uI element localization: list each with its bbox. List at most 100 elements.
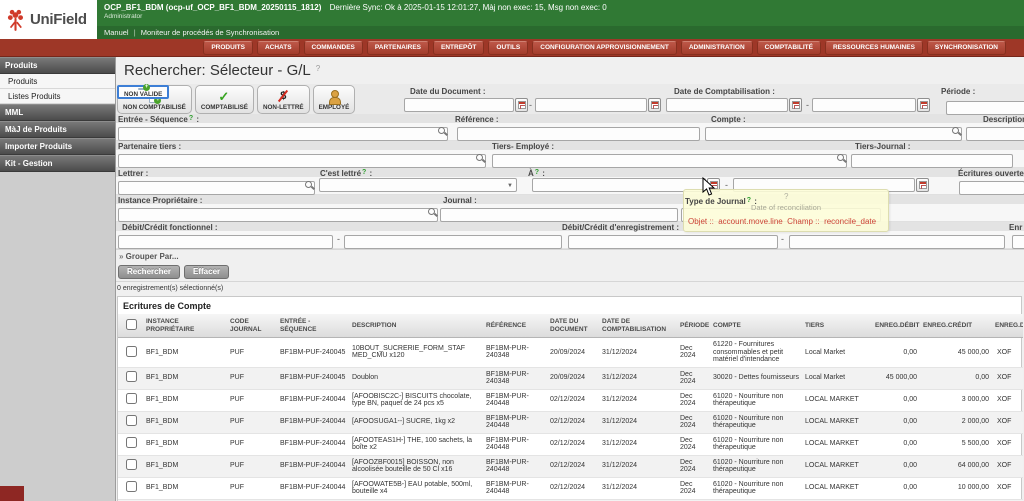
debit-credit-fonctionnel-from-input[interactable]	[118, 235, 333, 249]
cell-compte: 61020 - Nourriture non thérapeutique	[711, 433, 803, 456]
header-links: Manuel | Moniteur de procédés de Synchro…	[97, 26, 1024, 39]
description-input[interactable]	[966, 127, 1024, 141]
ecritures-ouvertes-input[interactable]	[959, 181, 1024, 195]
journal-input[interactable]	[440, 208, 678, 222]
row-checkbox[interactable]	[125, 481, 137, 493]
table-row[interactable]: BF1_BDM PUF BF1BM-PUF-240044 [AFOOSUGA1--] …	[118, 411, 1023, 434]
label-ecritures-ouvertes: Écritures ouvertes	[958, 169, 1024, 178]
calendar-icon-button[interactable]	[515, 98, 528, 112]
cell-select	[118, 411, 144, 434]
periode-field	[946, 98, 1024, 115]
calendar-icon-button[interactable]	[917, 98, 930, 112]
tiers-employe-input[interactable]	[492, 154, 847, 168]
filter-non-valide[interactable]: NON VALIDE	[117, 84, 170, 99]
cell-periode: Dec 2024	[678, 455, 711, 478]
sidebar-item-mml[interactable]: MML	[0, 104, 115, 121]
instance-proprietaire-input[interactable]	[118, 208, 438, 222]
table-row[interactable]: BF1_BDM PUF BF1BM-PUF-240045 10BOUT_SUCRERI…	[118, 337, 1023, 368]
nav-entrepôt[interactable]: ENTREPÔT	[433, 40, 485, 55]
nav-commandes[interactable]: COMMANDES	[303, 40, 363, 55]
sidebar-item-produits[interactable]: Produits	[0, 57, 115, 74]
date-document-from-input[interactable]	[404, 98, 514, 112]
reference-input[interactable]	[457, 127, 700, 141]
entree-sequence-input[interactable]	[118, 127, 448, 141]
filter-employé[interactable]: EMPLOYÉ	[312, 85, 356, 114]
app-logo[interactable]: UniField	[0, 0, 97, 39]
unifield-logo-icon	[7, 9, 23, 31]
table-row[interactable]: BF1_BDM PUF BF1BM-PUF-240045 Doublon BF1BM-P…	[118, 367, 1023, 390]
calendar-icon-button[interactable]	[648, 98, 661, 112]
search-icon[interactable]	[438, 127, 445, 134]
range-dash: -	[806, 100, 809, 110]
cell-select	[118, 477, 144, 500]
enreg-partial-field	[1012, 232, 1024, 249]
search-icon[interactable]	[428, 208, 435, 215]
nav-ressources-humaines[interactable]: RESSOURCES HUMAINES	[824, 40, 923, 55]
nav-achats[interactable]: ACHATS	[256, 40, 300, 55]
table-row[interactable]: BF1_BDM PUF BF1BM-PUF-240044 [AFOOZBF0015] …	[118, 455, 1023, 478]
sidebar-item-listes-produits[interactable]: Listes Produits	[0, 89, 115, 104]
row-checkbox[interactable]	[125, 371, 137, 383]
calendar-icon-button[interactable]	[789, 98, 802, 112]
date-comptabilisation-from-input[interactable]	[666, 98, 788, 112]
calendar-icon-button[interactable]	[916, 178, 929, 192]
cell-date-comptabilisation: 31/12/2024	[600, 337, 678, 368]
table-row[interactable]: BF1_BDM PUF BF1BM-PUF-240044 [AFOOWATE5B-] …	[118, 477, 1023, 500]
label-entree-sequence: Entrée - Séquence? :	[118, 115, 199, 124]
nav-partenaires[interactable]: PARTENAIRES	[366, 40, 429, 55]
partenaire-tiers-field	[118, 151, 486, 168]
debit-credit-enregistrement-from-field	[568, 232, 778, 249]
sidebar-item-importer-produits[interactable]: Importer Produits	[0, 138, 115, 155]
nav-comptabilité[interactable]: COMPTABILITÉ	[756, 40, 821, 55]
nav-configuration-approvisionnement[interactable]: CONFIGURATION APPROVISIONNEMENT	[532, 40, 677, 55]
nav-administration[interactable]: ADMINISTRATION	[680, 40, 753, 55]
search-icon[interactable]	[837, 154, 844, 161]
sidebar-item-produits[interactable]: Produits	[0, 74, 115, 89]
table-row[interactable]: BF1_BDM PUF BF1BM-PUF-240044 [AFOOTEAS1H-] …	[118, 433, 1023, 456]
debit-credit-enregistrement-to-input[interactable]	[789, 235, 1005, 249]
debit-credit-enregistrement-from-input[interactable]	[568, 235, 778, 249]
cell-compte: 61020 - Nourriture non thérapeutique	[711, 389, 803, 412]
sidebar-item-màj-de-produits[interactable]: MàJ de Produits	[0, 121, 115, 138]
row-checkbox[interactable]	[125, 437, 137, 449]
debit-credit-fonctionnel-to-input[interactable]	[344, 235, 562, 249]
group-by-toggle[interactable]: Grouper Par...	[119, 252, 179, 261]
date-comptabilisation-to-input[interactable]	[812, 98, 916, 112]
search-button[interactable]: Rechercher	[118, 265, 181, 279]
row-checkbox[interactable]	[125, 415, 137, 427]
label-date-comptabilisation: Date de Comptabilisation :	[674, 87, 775, 96]
filter-comptabilisé[interactable]: COMPTABILISÉ	[194, 85, 254, 114]
tiers-employe-field	[492, 151, 847, 168]
enreg-partial-input[interactable]	[1012, 235, 1024, 249]
nav-outils[interactable]: OUTILS	[488, 40, 529, 55]
nav-produits[interactable]: PRODUITS	[203, 40, 253, 55]
partenaire-tiers-input[interactable]	[118, 154, 486, 168]
cell-devise: XOF	[993, 411, 1023, 434]
clear-button[interactable]: Effacer	[184, 265, 230, 279]
cell-date-comptabilisation: 31/12/2024	[600, 455, 678, 478]
periode-input[interactable]	[946, 101, 1024, 115]
nav-synchronisation[interactable]: SYNCHRONISATION	[926, 40, 1006, 55]
filter-non-lettré[interactable]: NON-LETTRÉ	[256, 85, 310, 114]
row-checkbox[interactable]	[125, 345, 137, 357]
compte-input[interactable]	[705, 127, 962, 141]
cest-lettre-select[interactable]: ▼	[319, 178, 517, 192]
tiers-journal-input[interactable]	[851, 154, 1013, 168]
cell-code: PUF	[228, 433, 278, 456]
reconcile-date-from-input[interactable]	[532, 178, 706, 192]
lettrer-input[interactable]	[118, 181, 315, 195]
search-icon[interactable]	[305, 181, 312, 188]
table-row[interactable]: BF1_BDM PUF BF1BM-PUF-240044 [AFOOBISC2C-] …	[118, 389, 1023, 412]
date-document-to-input[interactable]	[535, 98, 647, 112]
link-manual[interactable]: Manuel	[104, 28, 129, 37]
link-sync-monitor[interactable]: Moniteur de procédés de Synchronisation	[141, 28, 279, 37]
search-icon[interactable]	[476, 154, 483, 161]
select-all-checkbox[interactable]	[125, 318, 137, 330]
mouse-cursor	[702, 177, 715, 196]
sidebar-item-kit-gestion[interactable]: Kit - Gestion	[0, 155, 115, 172]
search-icon[interactable]	[952, 127, 959, 134]
row-checkbox[interactable]	[125, 393, 137, 405]
row-checkbox[interactable]	[125, 459, 137, 471]
lettrer-field	[118, 178, 315, 195]
cell-debit: 0,00	[873, 433, 921, 456]
